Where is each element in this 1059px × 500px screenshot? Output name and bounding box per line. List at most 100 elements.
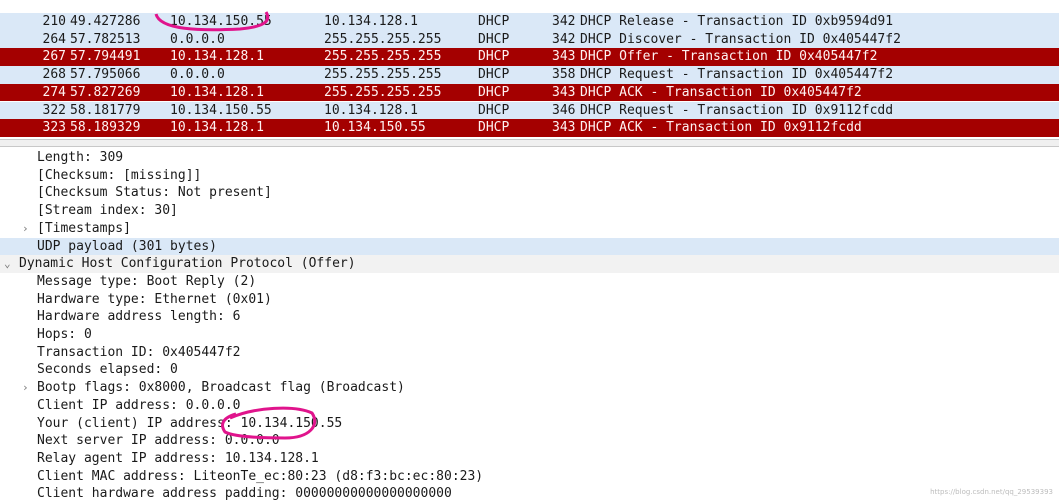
detail-tree-item[interactable]: Message type: Boot Reply (2): [0, 273, 1059, 291]
detail-tree-item[interactable]: Hardware type: Ethernet (0x01): [0, 291, 1059, 309]
watermark: https://blog.csdn.net/qq_29539393: [930, 488, 1053, 496]
detail-tree-label: Hardware address length: 6: [37, 309, 241, 325]
packet-no-cell: 268: [42, 67, 66, 83]
packet-len-cell: 342: [552, 31, 576, 47]
packet-dst-cell: 255.255.255.255: [324, 67, 442, 83]
detail-tree-item[interactable]: Hops: 0: [0, 326, 1059, 344]
packet-no-cell: 323: [42, 120, 66, 136]
detail-tree-label: Bootp flags: 0x8000, Broadcast flag (Bro…: [37, 380, 405, 396]
packet-src-cell: 10.134.128.1: [170, 120, 264, 136]
packet-row[interactable]: 268 57.795066 0.0.0.0 255.255.255.255 DHCP 35…: [0, 66, 1059, 84]
packet-time-cell: 58.181779: [70, 102, 141, 118]
packet-len-cell: 343: [552, 84, 576, 100]
detail-tree-item[interactable]: › [Timestamps]: [0, 220, 1059, 238]
packet-len-cell: 358: [552, 67, 576, 83]
collapse-chevron-icon[interactable]: ›: [22, 379, 29, 397]
detail-tree-item[interactable]: ⌄ Dynamic Host Configuration Protocol (Of…: [0, 255, 1059, 273]
packet-src-cell: 10.134.128.1: [170, 84, 264, 100]
detail-tree-item[interactable]: [Checksum: [missing]]: [0, 167, 1059, 185]
detail-tree-label: Dynamic Host Configuration Protocol (Off…: [19, 256, 356, 272]
packet-len-cell: 342: [552, 14, 576, 29]
packet-src-cell: 0.0.0.0: [170, 67, 225, 83]
detail-tree-item[interactable]: Relay agent IP address: 10.134.128.1: [0, 450, 1059, 468]
detail-tree-item[interactable]: Hardware address length: 6: [0, 308, 1059, 326]
detail-tree-item[interactable]: UDP payload (301 bytes): [0, 237, 1059, 256]
packet-proto-cell: DHCP: [478, 84, 510, 100]
packet-row[interactable]: 322 58.181779 10.134.150.55 10.134.128.1 DHC…: [0, 101, 1059, 120]
packet-src-cell: 10.134.128.1: [170, 49, 264, 65]
detail-tree-item[interactable]: › Bootp flags: 0x8000, Broadcast flag (Br…: [0, 379, 1059, 397]
packet-row[interactable]: 267 57.794491 10.134.128.1 255.255.255.255 D…: [0, 48, 1059, 67]
detail-tree-label: Hardware type: Ethernet (0x01): [37, 291, 272, 307]
detail-tree-item[interactable]: Next server IP address: 0.0.0.0: [0, 432, 1059, 450]
packet-time-cell: 57.794491: [70, 49, 141, 65]
packet-dst-cell: 10.134.128.1: [324, 102, 418, 118]
packet-row[interactable]: 264 57.782513 0.0.0.0 255.255.255.255 DHCP 34…: [0, 30, 1059, 49]
packet-no-cell: 322: [42, 102, 66, 118]
packet-proto-cell: DHCP: [478, 102, 510, 118]
expand-chevron-icon[interactable]: ⌄: [4, 255, 11, 273]
packet-no-cell: 274: [42, 84, 66, 100]
detail-tree-label: [Checksum: [missing]]: [37, 167, 202, 183]
packet-time-cell: 58.189329: [70, 120, 141, 136]
packet-time-cell: 57.795066: [70, 67, 141, 83]
packet-time-cell: 49.427286: [70, 14, 141, 29]
packet-info-cell: DHCP Request - Transaction ID 0x405447f2: [580, 67, 894, 83]
detail-tree-label: Next server IP address: 0.0.0.0: [37, 433, 280, 449]
packet-info-cell: DHCP ACK - Transaction ID 0x9112fcdd: [580, 120, 862, 136]
detail-tree-item[interactable]: Client IP address: 0.0.0.0: [0, 397, 1059, 415]
packet-dst-cell: 255.255.255.255: [324, 49, 442, 65]
packet-dst-cell: 255.255.255.255: [324, 84, 442, 100]
packet-no-cell: 264: [42, 31, 66, 47]
packet-row[interactable]: 323 58.189329 10.134.128.1 10.134.150.55 DHC…: [0, 119, 1059, 137]
packet-len-cell: 346: [552, 102, 576, 118]
detail-tree-label: Length: 309: [37, 150, 124, 165]
detail-tree-item[interactable]: Length: 309: [0, 149, 1059, 167]
packet-src-cell: 10.134.150.55: [170, 14, 272, 29]
packet-proto-cell: DHCP: [478, 31, 510, 47]
detail-tree-item[interactable]: Client hardware address padding: 0000000…: [0, 485, 1059, 500]
packet-proto-cell: DHCP: [478, 14, 510, 29]
packet-no-cell: 267: [42, 49, 66, 65]
detail-tree-label: Relay agent IP address: 10.134.128.1: [37, 450, 319, 466]
detail-tree-label: [Checksum Status: Not present]: [37, 185, 272, 201]
detail-tree-item[interactable]: Your (client) IP address: 10.134.150.55: [0, 415, 1059, 433]
packet-info-cell: DHCP Discover - Transaction ID 0x405447f…: [580, 31, 901, 47]
packet-dst-cell: 10.134.150.55: [324, 120, 426, 136]
packet-row[interactable]: 274 57.827269 10.134.128.1 255.255.255.255 D…: [0, 83, 1059, 102]
packet-info-cell: DHCP ACK - Transaction ID 0x405447f2: [580, 84, 862, 100]
packet-len-cell: 343: [552, 49, 576, 65]
packet-info-cell: DHCP Offer - Transaction ID 0x405447f2: [580, 49, 878, 65]
packet-src-cell: 0.0.0.0: [170, 31, 225, 47]
detail-tree-label: [Timestamps]: [37, 220, 131, 236]
packet-src-cell: 10.134.150.55: [170, 102, 272, 118]
packet-len-cell: 343: [552, 120, 576, 136]
packet-time-cell: 57.782513: [70, 31, 141, 47]
packet-row[interactable]: 210 49.427286 10.134.150.55 10.134.128.1 DHC…: [0, 13, 1059, 31]
detail-tree-label: Client hardware address padding: 0000000…: [37, 486, 452, 500]
packet-proto-cell: DHCP: [478, 49, 510, 65]
packet-no-cell: 210: [42, 14, 66, 29]
detail-tree-label: Your (client) IP address: 10.134.150.55: [37, 415, 343, 431]
packet-proto-cell: DHCP: [478, 67, 510, 83]
detail-tree-item[interactable]: [Checksum Status: Not present]: [0, 184, 1059, 202]
detail-tree-label: UDP payload (301 bytes): [37, 238, 218, 254]
detail-tree-label: Message type: Boot Reply (2): [37, 273, 257, 289]
detail-tree-item[interactable]: Transaction ID: 0x405447f2: [0, 344, 1059, 362]
packet-dst-cell: 255.255.255.255: [324, 31, 442, 47]
collapse-chevron-icon[interactable]: ›: [22, 220, 29, 238]
detail-tree-label: Hops: 0: [37, 327, 92, 342]
detail-tree-item[interactable]: Seconds elapsed: 0: [0, 361, 1059, 379]
detail-tree-item[interactable]: Client MAC address: LiteonTe_ec:80:23 (d…: [0, 468, 1059, 486]
detail-tree-item[interactable]: [Stream index: 30]: [0, 202, 1059, 220]
packet-info-cell: DHCP Release - Transaction ID 0xb9594d91: [580, 14, 894, 29]
detail-tree-label: Transaction ID: 0x405447f2: [37, 344, 241, 360]
detail-tree-label: Client MAC address: LiteonTe_ec:80:23 (d…: [37, 468, 484, 484]
detail-tree-label: Seconds elapsed: 0: [37, 362, 178, 378]
packet-proto-cell: DHCP: [478, 120, 510, 136]
packet-time-cell: 57.827269: [70, 84, 141, 100]
detail-tree-label: Client IP address: 0.0.0.0: [37, 397, 241, 413]
packet-list: 210 49.427286 10.134.150.55 10.134.128.1 DHC…: [0, 0, 1059, 138]
packet-dst-cell: 10.134.128.1: [324, 14, 418, 29]
packet-info-cell: DHCP Request - Transaction ID 0x9112fcdd: [580, 102, 894, 118]
